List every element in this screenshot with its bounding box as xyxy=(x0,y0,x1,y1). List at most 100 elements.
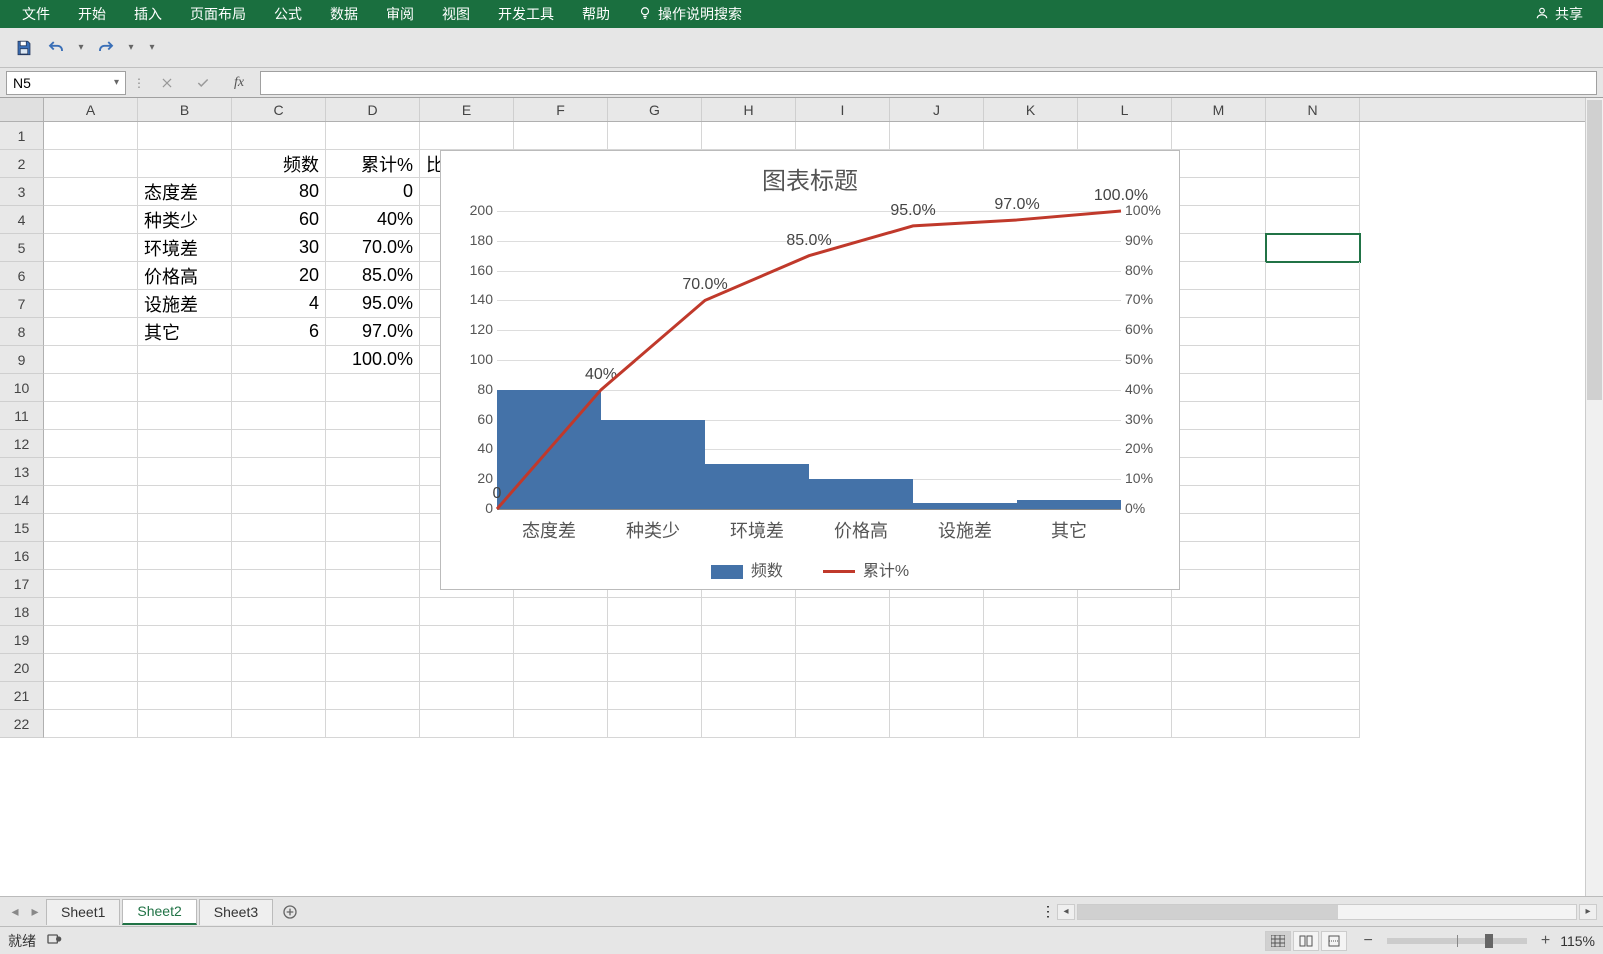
rowheader-20[interactable]: 20 xyxy=(0,654,44,682)
cell-I19[interactable] xyxy=(796,626,890,654)
cell-C15[interactable] xyxy=(232,514,326,542)
cell-D3[interactable]: 0 xyxy=(326,178,420,206)
cell-H1[interactable] xyxy=(702,122,796,150)
cell-B15[interactable] xyxy=(138,514,232,542)
rowheader-8[interactable]: 8 xyxy=(0,318,44,346)
cell-B19[interactable] xyxy=(138,626,232,654)
enter-formula-button[interactable] xyxy=(188,71,218,95)
cell-F1[interactable] xyxy=(514,122,608,150)
cell-N4[interactable] xyxy=(1266,206,1360,234)
rowheader-15[interactable]: 15 xyxy=(0,514,44,542)
cell-N10[interactable] xyxy=(1266,374,1360,402)
cell-C22[interactable] xyxy=(232,710,326,738)
cell-C6[interactable]: 20 xyxy=(232,262,326,290)
cell-N7[interactable] xyxy=(1266,290,1360,318)
cell-M4[interactable] xyxy=(1172,206,1266,234)
cell-G22[interactable] xyxy=(608,710,702,738)
ribbon-tab-insert[interactable]: 插入 xyxy=(120,0,176,28)
cell-M21[interactable] xyxy=(1172,682,1266,710)
cell-C8[interactable]: 6 xyxy=(232,318,326,346)
cell-M16[interactable] xyxy=(1172,542,1266,570)
cell-D7[interactable]: 95.0% xyxy=(326,290,420,318)
cell-L22[interactable] xyxy=(1078,710,1172,738)
cell-F21[interactable] xyxy=(514,682,608,710)
hscroll-left-button[interactable]: ◂ xyxy=(1057,904,1075,920)
cell-A12[interactable] xyxy=(44,430,138,458)
cell-G18[interactable] xyxy=(608,598,702,626)
ribbon-tab-review[interactable]: 审阅 xyxy=(372,0,428,28)
colheader-B[interactable]: B xyxy=(138,98,232,121)
cell-M11[interactable] xyxy=(1172,402,1266,430)
ribbon-tab-view[interactable]: 视图 xyxy=(428,0,484,28)
cell-L19[interactable] xyxy=(1078,626,1172,654)
cell-M1[interactable] xyxy=(1172,122,1266,150)
cell-N2[interactable] xyxy=(1266,150,1360,178)
cell-N9[interactable] xyxy=(1266,346,1360,374)
cell-E1[interactable] xyxy=(420,122,514,150)
ribbon-tab-help[interactable]: 帮助 xyxy=(568,0,624,28)
cell-B3[interactable]: 态度差 xyxy=(138,178,232,206)
cell-D5[interactable]: 70.0% xyxy=(326,234,420,262)
cell-M8[interactable] xyxy=(1172,318,1266,346)
cell-J1[interactable] xyxy=(890,122,984,150)
cell-H21[interactable] xyxy=(702,682,796,710)
cell-B13[interactable] xyxy=(138,458,232,486)
cell-A17[interactable] xyxy=(44,570,138,598)
cell-F19[interactable] xyxy=(514,626,608,654)
rowheader-21[interactable]: 21 xyxy=(0,682,44,710)
name-box[interactable]: N5 ▾ xyxy=(6,71,126,95)
rowheader-22[interactable]: 22 xyxy=(0,710,44,738)
rowheader-3[interactable]: 3 xyxy=(0,178,44,206)
colheader-M[interactable]: M xyxy=(1172,98,1266,121)
cell-B4[interactable]: 种类少 xyxy=(138,206,232,234)
cell-K21[interactable] xyxy=(984,682,1078,710)
colheader-E[interactable]: E xyxy=(420,98,514,121)
cell-C13[interactable] xyxy=(232,458,326,486)
cell-L21[interactable] xyxy=(1078,682,1172,710)
rowheader-16[interactable]: 16 xyxy=(0,542,44,570)
cell-K18[interactable] xyxy=(984,598,1078,626)
cell-A16[interactable] xyxy=(44,542,138,570)
cell-D10[interactable] xyxy=(326,374,420,402)
cell-D8[interactable]: 97.0% xyxy=(326,318,420,346)
cell-G20[interactable] xyxy=(608,654,702,682)
cell-G1[interactable] xyxy=(608,122,702,150)
cell-M17[interactable] xyxy=(1172,570,1266,598)
cell-A8[interactable] xyxy=(44,318,138,346)
cell-C1[interactable] xyxy=(232,122,326,150)
cell-J22[interactable] xyxy=(890,710,984,738)
cell-N15[interactable] xyxy=(1266,514,1360,542)
cell-C17[interactable] xyxy=(232,570,326,598)
rowheader-10[interactable]: 10 xyxy=(0,374,44,402)
redo-dropdown[interactable]: ▾ xyxy=(124,42,138,53)
cell-M15[interactable] xyxy=(1172,514,1266,542)
ribbon-tab-layout[interactable]: 页面布局 xyxy=(176,0,260,28)
cell-E22[interactable] xyxy=(420,710,514,738)
rowheader-6[interactable]: 6 xyxy=(0,262,44,290)
cell-B12[interactable] xyxy=(138,430,232,458)
cell-G19[interactable] xyxy=(608,626,702,654)
cell-N14[interactable] xyxy=(1266,486,1360,514)
qat-customize-dropdown[interactable]: ▾ xyxy=(142,42,162,53)
cell-B21[interactable] xyxy=(138,682,232,710)
cell-A9[interactable] xyxy=(44,346,138,374)
tab-split-handle[interactable]: ⋮ xyxy=(1041,903,1055,920)
cell-N21[interactable] xyxy=(1266,682,1360,710)
cell-N8[interactable] xyxy=(1266,318,1360,346)
cell-F18[interactable] xyxy=(514,598,608,626)
cell-A18[interactable] xyxy=(44,598,138,626)
cell-M18[interactable] xyxy=(1172,598,1266,626)
cell-M22[interactable] xyxy=(1172,710,1266,738)
cell-B16[interactable] xyxy=(138,542,232,570)
zoom-slider-thumb[interactable] xyxy=(1485,934,1493,948)
cell-E20[interactable] xyxy=(420,654,514,682)
ribbon-tab-dev[interactable]: 开发工具 xyxy=(484,0,568,28)
ribbon-tab-file[interactable]: 文件 xyxy=(8,0,64,28)
sheet-tab-sheet3[interactable]: Sheet3 xyxy=(199,899,273,925)
ribbon-tab-home[interactable]: 开始 xyxy=(64,0,120,28)
cell-K1[interactable] xyxy=(984,122,1078,150)
hscroll-right-button[interactable]: ▸ xyxy=(1579,904,1597,920)
cell-B20[interactable] xyxy=(138,654,232,682)
cell-D21[interactable] xyxy=(326,682,420,710)
cell-B5[interactable]: 环境差 xyxy=(138,234,232,262)
